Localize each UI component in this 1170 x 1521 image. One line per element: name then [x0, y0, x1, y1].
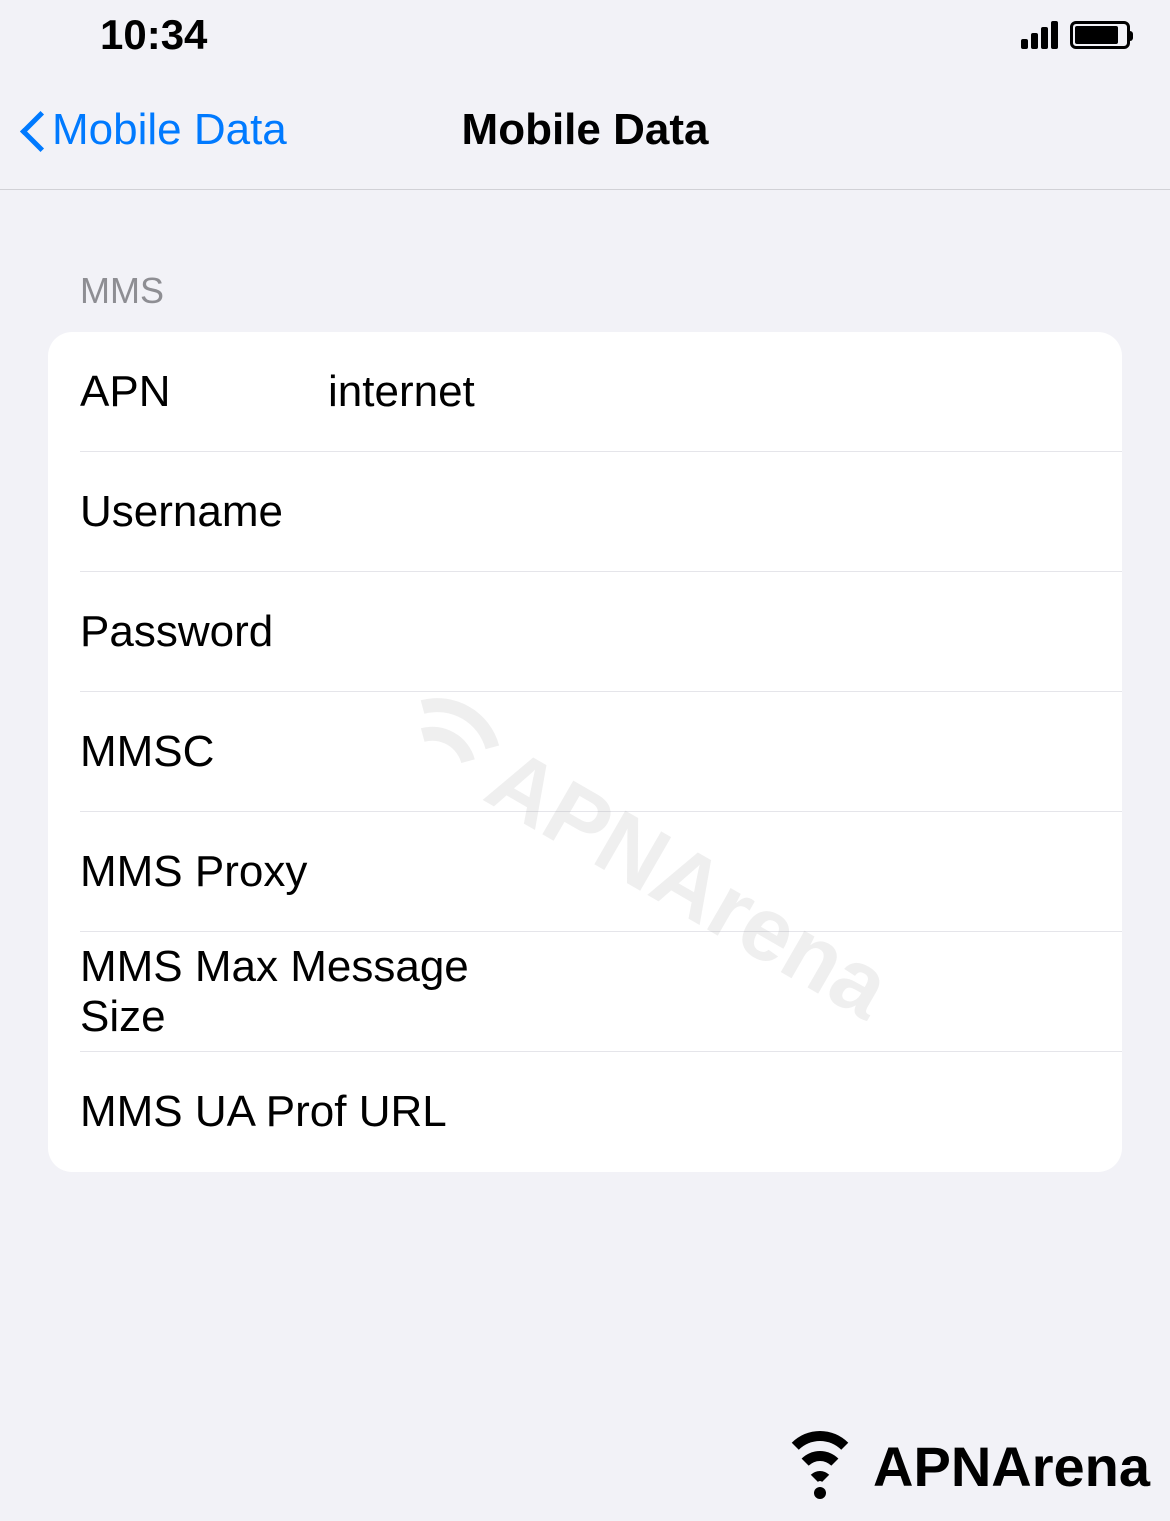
wifi-icon — [775, 1431, 865, 1501]
settings-row-mms-proxy[interactable]: MMS Proxy — [48, 812, 1122, 932]
row-label: MMS Proxy — [80, 847, 320, 897]
status-time: 10:34 — [100, 11, 207, 59]
status-bar: 10:34 — [0, 0, 1170, 70]
settings-row-mms-ua-prof[interactable]: MMS UA Prof URL — [48, 1052, 1122, 1172]
back-button-label: Mobile Data — [52, 105, 287, 155]
settings-row-apn[interactable]: APN — [48, 332, 1122, 452]
mms-proxy-input[interactable] — [320, 847, 1090, 897]
settings-row-mms-max-size[interactable]: MMS Max Message Size — [48, 932, 1122, 1052]
status-indicators — [1021, 21, 1130, 49]
cellular-signal-icon — [1021, 21, 1058, 49]
footer-brand-text: APNArena — [873, 1434, 1150, 1499]
row-label: MMSC — [80, 727, 320, 777]
chevron-left-icon — [20, 109, 44, 151]
content-area: MMS APN Username Password MMSC MMS Proxy — [0, 190, 1170, 1172]
apn-input[interactable] — [320, 367, 1090, 417]
mms-max-size-input[interactable] — [507, 967, 1090, 1017]
settings-row-password[interactable]: Password — [48, 572, 1122, 692]
mms-ua-prof-input[interactable] — [447, 1087, 1090, 1137]
mmsc-input[interactable] — [320, 727, 1090, 777]
settings-group-mms: APN Username Password MMSC MMS Proxy MMS… — [48, 332, 1122, 1172]
back-button[interactable]: Mobile Data — [0, 105, 287, 155]
navigation-bar: Mobile Data Mobile Data — [0, 70, 1170, 190]
settings-row-username[interactable]: Username — [48, 452, 1122, 572]
password-input[interactable] — [320, 607, 1090, 657]
row-label: Username — [80, 487, 320, 537]
row-label: APN — [80, 367, 320, 417]
username-input[interactable] — [320, 487, 1090, 537]
page-title: Mobile Data — [462, 105, 709, 155]
footer-brand-logo: APNArena — [775, 1431, 1150, 1501]
row-label: Password — [80, 607, 320, 657]
section-header-mms: MMS — [48, 270, 1122, 312]
battery-icon — [1070, 21, 1130, 49]
settings-row-mmsc[interactable]: MMSC — [48, 692, 1122, 812]
row-label: MMS UA Prof URL — [80, 1087, 447, 1137]
row-label: MMS Max Message Size — [80, 942, 507, 1042]
